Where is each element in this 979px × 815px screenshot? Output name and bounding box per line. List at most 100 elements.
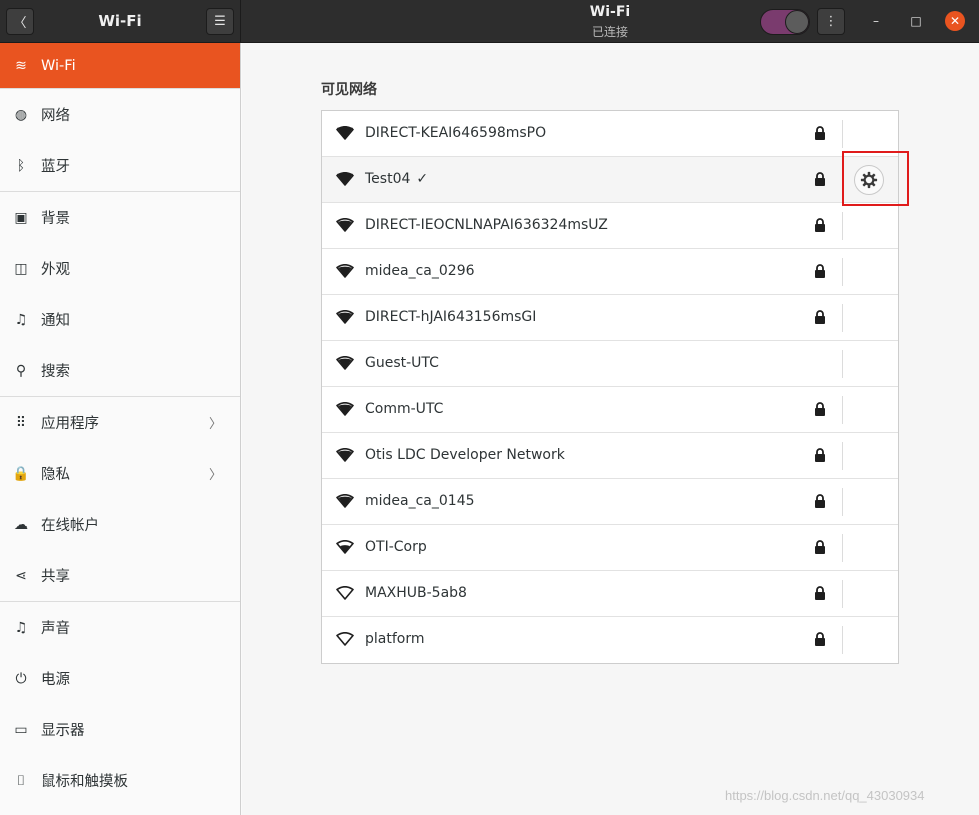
sidebar-item-1[interactable]: ◍ 网络	[0, 89, 240, 140]
row-divider	[842, 350, 843, 378]
switch-knob	[785, 10, 809, 34]
settings-sidebar: ≋ Wi-Fi ◍ 网络 ᛒ 蓝牙 ▣ 背景 ◫ 外观 ♫ 通知 ⚲ 搜索 ⠿ 应用程序〉 🔒 隐私〉 ☁ 在线帐户 ⋖…	[0, 43, 241, 815]
wifi-signal-icon	[336, 586, 354, 600]
wifi-signal-icon	[336, 218, 354, 232]
row-divider	[842, 120, 843, 148]
network-row[interactable]: Test04 ✓	[322, 157, 898, 203]
minimize-button[interactable]: –	[866, 11, 886, 31]
chevron-left-icon: 〈	[13, 16, 27, 31]
lock-icon	[815, 494, 825, 508]
wifi-signal-icon	[336, 540, 354, 554]
network-row[interactable]: DIRECT-hJAI643156msGI	[322, 295, 898, 341]
header-bar: 〈 Wi-Fi ☰ Wi-Fi 已连接 ⋮ – □ ✕	[0, 0, 979, 43]
sidebar-item-7[interactable]: ⠿ 应用程序 〉	[0, 397, 240, 448]
network-ssid: DIRECT-IEOCNLNAPAI636324msUZ	[365, 217, 608, 233]
sidebar-item-6[interactable]: ⚲ 搜索	[0, 345, 240, 396]
connected-check-icon: ✓	[416, 171, 429, 187]
lock-icon	[815, 264, 825, 278]
network-row[interactable]: MAXHUB-5ab8	[322, 571, 898, 617]
network-row[interactable]: DIRECT-IEOCNLNAPAI636324msUZ	[322, 203, 898, 249]
sidebar-header: 〈 Wi-Fi ☰	[0, 0, 241, 43]
sidebar-item-11[interactable]: ♫ 声音	[0, 602, 240, 653]
network-row[interactable]: midea_ca_0145	[322, 479, 898, 525]
sidebar-item-label: 背景	[41, 211, 70, 227]
lock-icon	[815, 172, 825, 186]
wifi-toggle-switch[interactable]	[760, 9, 810, 35]
sidebar-item-4[interactable]: ◫ 外观	[0, 243, 240, 294]
wifi-signal-icon	[336, 310, 354, 324]
network-name: DIRECT-KEAI646598msPO	[365, 125, 546, 141]
network-name: MAXHUB-5ab8	[365, 585, 467, 601]
lock-icon	[815, 540, 825, 554]
row-divider	[842, 304, 843, 332]
network-row[interactable]: Guest-UTC	[322, 341, 898, 387]
maximize-button[interactable]: □	[906, 11, 926, 31]
network-ssid: MAXHUB-5ab8	[365, 585, 467, 601]
sidebar-item-2[interactable]: ᛒ 蓝牙	[0, 140, 240, 191]
sidebar-item-9[interactable]: ☁ 在线帐户	[0, 499, 240, 550]
network-name: midea_ca_0145	[365, 493, 475, 509]
search-icon: ⚲	[15, 362, 27, 379]
wifi-signal-icon	[336, 632, 354, 646]
network-name: Guest-UTC	[365, 355, 439, 371]
row-divider	[842, 534, 843, 562]
row-divider	[842, 442, 843, 470]
back-button[interactable]: 〈	[6, 8, 34, 35]
bluetooth-icon: ᛒ	[16, 157, 26, 174]
wifi-signal-icon	[336, 264, 354, 278]
sidebar-item-8[interactable]: 🔒 隐私 〉	[0, 448, 240, 499]
sidebar-item-label: 搜索	[41, 364, 70, 380]
network-row[interactable]: Comm-UTC	[322, 387, 898, 433]
row-divider	[842, 258, 843, 286]
sidebar-item-label: 应用程序	[41, 416, 99, 432]
row-divider	[842, 212, 843, 240]
sidebar-item-14[interactable]: ⌷ 鼠标和触摸板	[0, 755, 240, 806]
background-monitor-icon: ▣	[14, 209, 28, 226]
row-divider	[842, 580, 843, 608]
sidebar-title: Wi-Fi	[98, 12, 142, 30]
sidebar-item-10[interactable]: ⋖ 共享	[0, 550, 240, 601]
network-row[interactable]: DIRECT-KEAI646598msPO	[322, 111, 898, 157]
apps-grid-icon: ⠿	[15, 414, 27, 431]
network-row[interactable]: OTI-Corp	[322, 525, 898, 571]
sidebar-item-label: 共享	[41, 569, 70, 585]
sidebar-item-13[interactable]: ▭ 显示器	[0, 704, 240, 755]
network-ssid: Otis LDC Developer Network	[365, 447, 565, 463]
network-name: Comm-UTC	[365, 401, 443, 417]
network-name: Otis LDC Developer Network	[365, 447, 565, 463]
bell-icon: ♫	[14, 311, 28, 328]
network-ssid: DIRECT-hJAI643156msGI	[365, 309, 537, 325]
sidebar-item-0[interactable]: ≋ Wi-Fi	[0, 43, 240, 88]
sidebar-item-label: 通知	[41, 313, 70, 329]
network-ssid: Comm-UTC	[365, 401, 444, 417]
lock-icon	[815, 586, 825, 600]
network-globe-icon: ◍	[14, 106, 28, 123]
network-ssid: Guest-UTC	[365, 355, 439, 371]
sidebar-item-label: 声音	[41, 621, 70, 637]
lock-icon	[815, 310, 825, 324]
close-button[interactable]: ✕	[945, 11, 965, 31]
sidebar-item-3[interactable]: ▣ 背景	[0, 192, 240, 243]
network-row[interactable]: platform	[322, 617, 898, 663]
hamburger-menu-button[interactable]: ☰	[206, 8, 234, 35]
more-options-button[interactable]: ⋮	[817, 8, 845, 35]
network-name: midea_ca_0296	[365, 263, 475, 279]
sidebar-item-label: 在线帐户	[41, 518, 99, 534]
cloud-icon: ☁	[14, 516, 28, 533]
network-name: DIRECT-hJAI643156msGI	[365, 309, 536, 325]
page-title: Wi-Fi	[589, 4, 631, 20]
sidebar-item-12[interactable]: ⏻ 电源	[0, 653, 240, 704]
sidebar-item-5[interactable]: ♫ 通知	[0, 294, 240, 345]
sidebar-item-label: 外观	[41, 262, 70, 278]
wifi-signal-icon	[336, 172, 354, 186]
network-name: OTI-Corp	[365, 539, 427, 555]
network-ssid: platform	[365, 631, 425, 647]
network-ssid: OTI-Corp	[365, 539, 427, 555]
network-row[interactable]: midea_ca_0296	[322, 249, 898, 295]
network-row[interactable]: Otis LDC Developer Network	[322, 433, 898, 479]
visible-networks-heading: 可见网络	[321, 82, 377, 98]
network-ssid: midea_ca_0145	[365, 493, 475, 509]
annotation-highlight-box	[842, 151, 909, 206]
mouse-icon: ⌷	[16, 772, 26, 789]
network-ssid: DIRECT-KEAI646598msPO	[365, 125, 547, 141]
